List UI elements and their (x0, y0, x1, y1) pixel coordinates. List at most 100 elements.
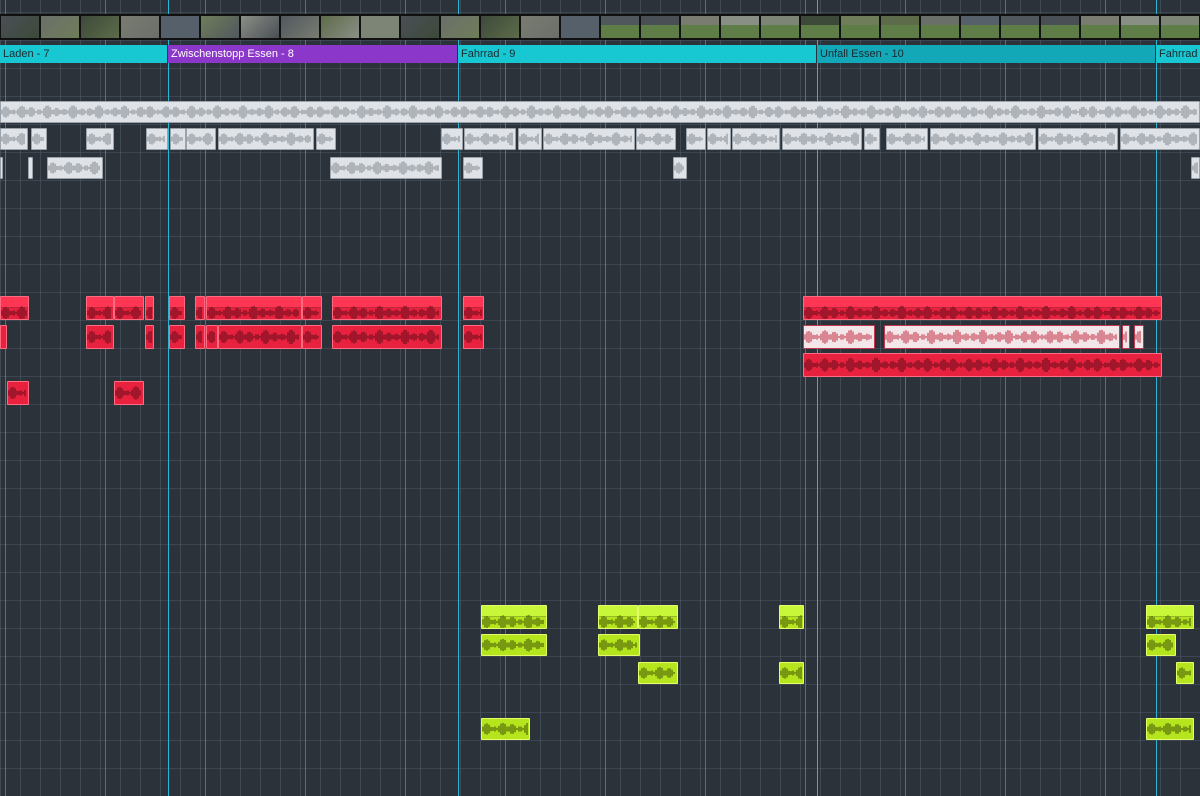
waveform (639, 666, 675, 680)
red-audio-clip-long[interactable] (803, 353, 1162, 377)
audio-clip[interactable] (673, 157, 687, 179)
red-audio-clip-light[interactable] (1134, 325, 1144, 349)
red-audio-clip-light[interactable] (803, 325, 875, 349)
red-audio-clip[interactable] (302, 325, 322, 349)
red-audio-clip[interactable] (0, 325, 7, 349)
audio-clip[interactable] (330, 157, 442, 179)
audio-clip[interactable] (930, 128, 1036, 150)
green-audio-clip[interactable] (481, 718, 530, 740)
audio-clip[interactable] (86, 128, 114, 150)
audio-clip[interactable] (0, 128, 28, 150)
waveform (780, 615, 802, 628)
audio-clip[interactable] (186, 128, 216, 150)
audio-clip[interactable] (886, 128, 928, 150)
green-audio-clip[interactable] (598, 634, 640, 656)
green-audio-clip[interactable] (779, 662, 804, 684)
audio-clip[interactable] (636, 128, 676, 150)
red-clip[interactable] (463, 296, 484, 320)
audio-clip[interactable] (463, 157, 483, 179)
waveform (333, 329, 439, 345)
audio-clip[interactable] (732, 128, 780, 150)
green-audio-clip[interactable] (638, 662, 678, 684)
red-audio-clip[interactable] (169, 325, 185, 349)
red-clip-long[interactable] (803, 296, 1162, 320)
green-audio-clip[interactable] (1176, 662, 1194, 684)
audio-clip[interactable] (28, 157, 33, 179)
chapter-marker-unfall-essen[interactable]: Unfall Essen - 10 (817, 45, 1155, 63)
audio-clip[interactable] (1120, 128, 1200, 150)
red-clip[interactable] (195, 296, 205, 320)
audio-clip[interactable] (146, 128, 168, 150)
green-clip[interactable] (1146, 605, 1194, 629)
red-clip[interactable] (302, 296, 322, 320)
waveform (464, 162, 480, 174)
red-clip[interactable] (169, 296, 185, 320)
video-thumbnail (601, 16, 639, 38)
red-audio-clip[interactable] (86, 325, 114, 349)
chapter-marker-fahrrad[interactable]: Fahrrad - 9 (458, 45, 816, 63)
chapter-track: Laden - 7 Zwischenstopp Essen - 8 Fahrra… (0, 45, 1200, 63)
audio-clip[interactable] (686, 128, 706, 150)
audio-clip[interactable] (47, 157, 103, 179)
waveform (303, 330, 319, 344)
green-audio-clip[interactable] (481, 634, 547, 656)
video-thumbnail (1161, 16, 1199, 38)
green-audio-clip[interactable] (1146, 634, 1176, 656)
waveform (599, 638, 637, 652)
audio-clip[interactable] (218, 128, 314, 150)
waveform (331, 161, 439, 175)
red-audio-clip[interactable] (195, 325, 205, 349)
waveform (196, 306, 202, 319)
audio-clip[interactable] (1191, 157, 1200, 179)
audio-clip[interactable] (782, 128, 862, 150)
waveform (482, 722, 528, 736)
red-audio-clip[interactable] (332, 325, 442, 349)
video-thumbnail (121, 16, 159, 38)
waveform (1121, 132, 1197, 146)
audio-clip[interactable] (0, 157, 3, 179)
audio-clip-full[interactable] (0, 101, 1200, 123)
waveform (87, 132, 111, 146)
green-clip[interactable] (638, 605, 678, 629)
audio-clip[interactable] (316, 128, 336, 150)
red-clip[interactable] (86, 296, 114, 320)
green-clip[interactable] (481, 605, 547, 629)
red-clip[interactable] (145, 296, 154, 320)
chapter-marker-laden[interactable]: Laden - 7 (0, 45, 167, 63)
red-clip[interactable] (0, 296, 29, 320)
audio-clip[interactable] (518, 128, 542, 150)
video-thumbnail (1121, 16, 1159, 38)
audio-clip[interactable] (1038, 128, 1118, 150)
red-audio-clip-light[interactable] (884, 325, 1120, 349)
audio-clip[interactable] (170, 128, 186, 150)
green-clip[interactable] (779, 605, 804, 629)
audio-clip[interactable] (464, 128, 516, 150)
green-audio-clip[interactable] (1146, 718, 1194, 740)
waveform (637, 132, 673, 146)
red-audio-clip[interactable] (218, 325, 302, 349)
chapter-marker-zwischenstopp-essen[interactable]: Zwischenstopp Essen - 8 (168, 45, 457, 63)
red-clip[interactable] (114, 296, 144, 320)
video-thumbnail (321, 16, 359, 38)
red-audio-clip[interactable] (145, 325, 154, 349)
video-thumbnail (41, 16, 79, 38)
timeline-canvas[interactable]: Laden - 7 Zwischenstopp Essen - 8 Fahrra… (0, 0, 1200, 796)
red-clip[interactable] (332, 296, 442, 320)
video-filmstrip-track[interactable] (0, 14, 1200, 40)
red-audio-clip[interactable] (114, 381, 144, 405)
video-thumbnail (161, 16, 199, 38)
red-audio-clip[interactable] (463, 325, 484, 349)
audio-clip[interactable] (441, 128, 463, 150)
audio-clip[interactable] (543, 128, 635, 150)
red-audio-clip[interactable] (7, 381, 29, 405)
audio-clip[interactable] (707, 128, 731, 150)
red-audio-clip-light[interactable] (1122, 325, 1130, 349)
green-clip[interactable] (598, 605, 638, 629)
chapter-marker-fahrrad-2[interactable]: Fahrrad (1156, 45, 1200, 63)
red-clip[interactable] (206, 296, 302, 320)
audio-clip[interactable] (31, 128, 47, 150)
waveform (519, 133, 539, 145)
waveform (146, 306, 152, 319)
audio-clip[interactable] (864, 128, 880, 150)
red-audio-clip[interactable] (206, 325, 218, 349)
